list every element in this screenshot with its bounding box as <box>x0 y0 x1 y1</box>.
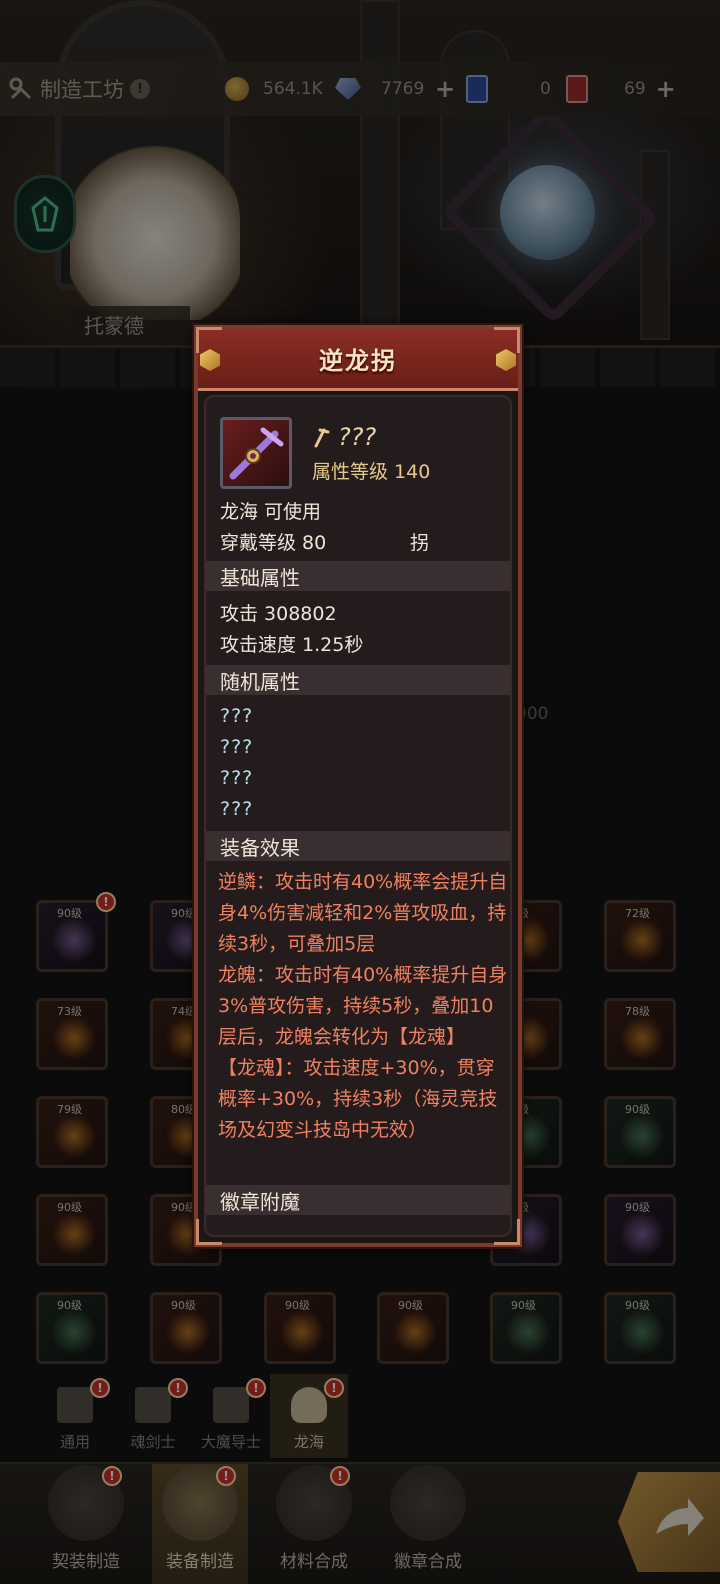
random-attribute: ??? <box>220 767 254 789</box>
random-attribute: ??? <box>220 705 254 727</box>
item-icon <box>220 417 292 489</box>
item-title: 逆龙拐 <box>319 347 397 375</box>
section-equipment-effects: 装备效果 <box>206 831 510 861</box>
weapon-type: 拐 <box>410 532 430 554</box>
crutch-weapon-icon <box>229 427 284 480</box>
item-name-row: ??? <box>312 423 376 451</box>
panel-body: ??? 属性等级 140 龙海 可使用 穿戴等级 80 拐 基础属性 攻击 30… <box>204 395 512 1237</box>
section-base-attributes: 基础属性 <box>206 561 510 591</box>
panel-header: 逆龙拐 <box>198 329 518 391</box>
item-name: ??? <box>338 423 377 451</box>
attack-stat: 攻击 308802 <box>220 603 337 625</box>
section-random-attributes: 随机属性 <box>206 665 510 695</box>
item-detail-panel: 逆龙拐 ??? 属性等级 140 龙海 可使用 穿戴等级 80 拐 基础属性 攻… <box>194 325 522 1247</box>
wear-level: 穿戴等级 80 <box>220 532 327 554</box>
usable-by: 龙海 可使用 <box>220 501 322 523</box>
effect-dragon-spirit: 龙魄：攻击时有40%概率提升自身3%普攻伤害，持续5秒，叠加10层后，龙魄会转化… <box>218 964 508 1048</box>
corner-ornament <box>494 327 520 353</box>
crutch-type-icon <box>314 428 330 448</box>
effect-reverse-scale: 逆鳞：攻击时有40%概率会提升自身4%伤害减轻和2%普攻吸血，持续3秒，可叠加5… <box>218 871 508 955</box>
random-attribute: ??? <box>220 736 254 758</box>
section-badge-enchant: 徽章附魔 <box>206 1185 510 1215</box>
attribute-level: 属性等级 140 <box>312 461 431 483</box>
corner-ornament <box>196 327 222 353</box>
effect-dragon-soul: 【龙魂】：攻击速度+30%，贯穿概率+30%，持续3秒（海灵竞技场及幻变斗技岛中… <box>218 1057 498 1141</box>
attack-speed-stat: 攻击速度 1.25秒 <box>220 634 364 656</box>
equipment-effects: 逆鳞：攻击时有40%概率会提升自身4%伤害减轻和2%普攻吸血，持续3秒，可叠加5… <box>218 867 508 1146</box>
random-attribute: ??? <box>220 798 254 820</box>
